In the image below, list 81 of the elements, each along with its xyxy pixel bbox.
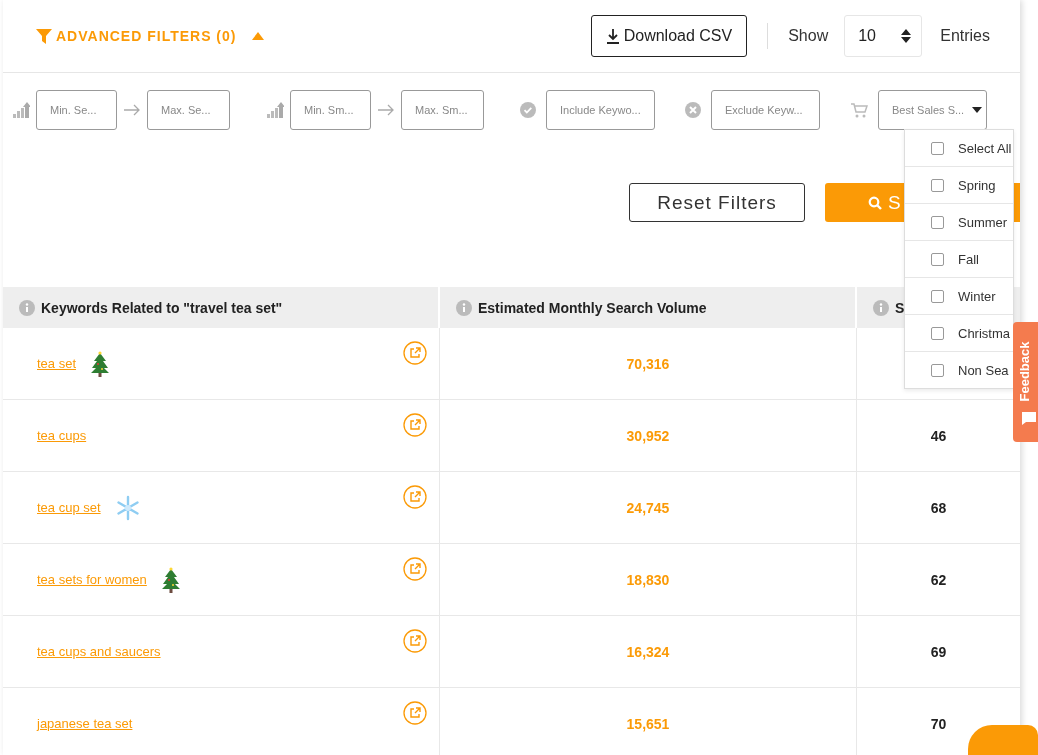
checkbox[interactable] (931, 289, 944, 303)
season-option[interactable]: Spring (905, 167, 1013, 204)
option-label: Spring (958, 177, 996, 193)
season-option[interactable]: Fall (905, 241, 1013, 278)
external-link-icon[interactable] (403, 701, 427, 725)
caret-up-icon (252, 31, 265, 41)
christmas-tree-icon (160, 566, 181, 593)
keyword-link[interactable]: tea cup set (37, 500, 101, 515)
option-label: Christma (958, 325, 1010, 341)
keyword-field[interactable]: Include Keywo... (546, 90, 655, 130)
checkbox[interactable] (931, 252, 944, 266)
download-csv-button[interactable]: Download CSV (590, 15, 748, 57)
option-label: Non Sea (958, 362, 1009, 378)
info-icon[interactable] (456, 299, 472, 316)
keyword-field[interactable]: Exclude Keyw... (711, 90, 820, 130)
season-option[interactable]: Non Sea (905, 352, 1013, 388)
keyword-link[interactable]: tea sets for women (37, 572, 147, 587)
search-volume: 70,316 (626, 355, 670, 372)
season-option[interactable]: Summer (905, 204, 1013, 241)
info-icon[interactable] (19, 299, 35, 316)
arrow-right-icon (123, 104, 141, 116)
search-volume: 16,324 (626, 643, 670, 660)
max-field[interactable]: Max. Sm... (401, 90, 484, 130)
season-option[interactable]: Winter (905, 278, 1013, 315)
checkbox[interactable] (931, 215, 944, 229)
table-cell: 62 (930, 571, 947, 588)
download-icon (605, 28, 620, 44)
column-title: Estimated Monthly Search Volume (478, 299, 707, 316)
bars-up-icon (12, 101, 30, 119)
table-cell: 69 (930, 643, 947, 660)
season-option[interactable]: Select All (905, 130, 1013, 167)
feedback-tab[interactable]: Feedback (1013, 322, 1038, 442)
keyword-link[interactable]: tea cups (37, 428, 87, 443)
close-circle-icon (685, 102, 701, 118)
search-volume: 18,830 (626, 571, 670, 588)
entries-label: Entries (940, 27, 990, 45)
christmas-tree-icon (90, 350, 111, 377)
table-cell: 46 (930, 427, 947, 444)
spinner-arrows-icon (901, 28, 912, 44)
table-cell: 68 (930, 499, 947, 516)
keyword-link[interactable]: japanese tea set (37, 716, 133, 731)
option-label: Summer (958, 214, 1008, 230)
external-link-icon[interactable] (403, 557, 427, 581)
entries-spinner[interactable]: 10 (844, 15, 923, 57)
check-circle-icon (520, 102, 536, 118)
chat-icon (1021, 410, 1037, 426)
max-field[interactable]: Max. Se... (147, 90, 230, 130)
checkbox[interactable] (931, 178, 944, 192)
keyword-link[interactable]: tea cups and saucers (37, 644, 161, 659)
column-title: Keywords Related to "travel tea set" (41, 299, 283, 316)
min-field[interactable]: Min. Se... (36, 90, 117, 130)
min-field[interactable]: Min. Sm... (290, 90, 371, 130)
arrow-right-icon (377, 104, 395, 116)
advanced-filters-toggle[interactable]: ADVANCED FILTERS (0) (36, 28, 265, 44)
checkbox[interactable] (931, 141, 944, 155)
checkbox[interactable] (931, 363, 944, 377)
filter-icon (36, 28, 52, 44)
table-cell: 70 (930, 715, 947, 732)
keyword-link[interactable]: tea set (37, 356, 77, 371)
search-volume: 30,952 (626, 427, 670, 444)
option-label: Select All (958, 140, 1012, 156)
reset-filters-button[interactable]: Reset Filters (629, 183, 805, 222)
snowflake-icon (114, 494, 141, 521)
checkbox[interactable] (931, 326, 944, 340)
info-icon[interactable] (873, 299, 889, 316)
option-label: Winter (958, 288, 996, 304)
chat-button[interactable] (968, 725, 1038, 755)
bars-up-icon (266, 101, 284, 119)
season-option[interactable]: Christma (905, 315, 1013, 352)
column-title: S (895, 299, 905, 316)
caret-down-icon (972, 107, 982, 113)
external-link-icon[interactable] (403, 485, 427, 509)
external-link-icon[interactable] (403, 341, 427, 365)
search-volume: 24,745 (626, 499, 670, 516)
show-label: Show (788, 27, 829, 45)
cart-icon (850, 101, 868, 119)
option-label: Fall (958, 251, 979, 267)
external-link-icon[interactable] (403, 629, 427, 653)
search-icon (868, 195, 882, 210)
external-link-icon[interactable] (403, 413, 427, 437)
search-volume: 15,651 (626, 715, 670, 732)
